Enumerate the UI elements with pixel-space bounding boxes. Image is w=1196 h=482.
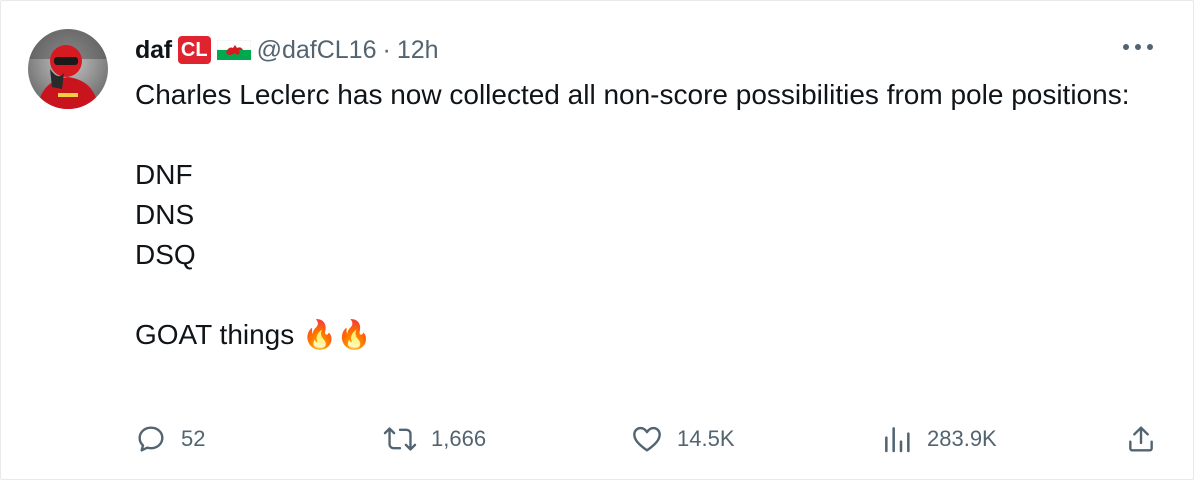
tweet-card[interactable]: daf CL @dafCL16 · 12h Charles Leclerc ha… [0,0,1194,480]
share-icon [1125,423,1157,455]
reply-icon [135,423,167,455]
tweet-text: Charles Leclerc has now collected all no… [135,79,1130,350]
wales-flag-icon [216,39,251,60]
repost-icon [383,423,417,455]
repost-button[interactable]: 1,666 [383,419,486,459]
author-name[interactable]: daf [135,36,172,65]
repost-count: 1,666 [431,426,487,451]
author-avatar[interactable] [28,29,108,109]
views-button[interactable]: 283.9K [881,419,997,459]
author-handle[interactable]: @dafCL16 [257,36,377,65]
separator-dot: · [382,35,391,64]
tweet-header: daf CL @dafCL16 · 12h [135,31,439,69]
more-icon[interactable] [1121,37,1155,57]
views-count: 283.9K [927,426,997,451]
tweet-time[interactable]: 12h [397,36,439,65]
like-button[interactable]: 14.5K [631,419,735,459]
like-count: 14.5K [677,426,735,451]
reply-count: 52 [181,426,206,451]
views-icon [881,423,913,455]
cl-badge: CL [177,36,211,64]
like-icon [631,423,663,455]
tweet-actions: 52 1,666 14.5K 283.9K [135,419,1165,459]
reply-button[interactable]: 52 [135,419,205,459]
share-button[interactable] [1125,419,1157,459]
